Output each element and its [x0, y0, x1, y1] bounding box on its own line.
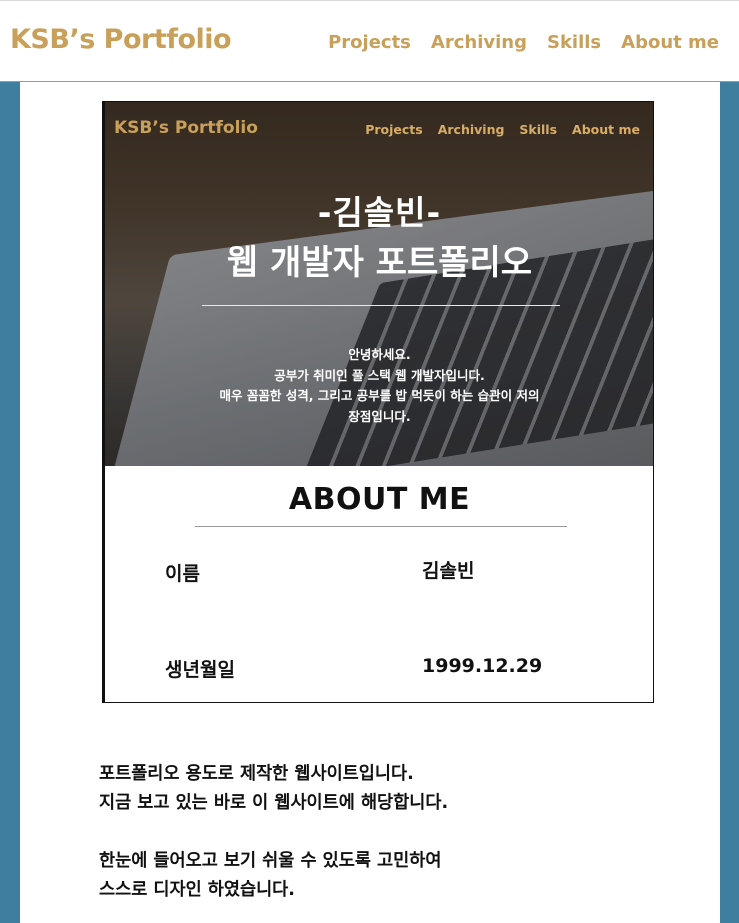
intro-line: 매우 꼼꼼한 성격, 그리고 공부를 밥 먹듯이 하는 습관이 저의: [219, 388, 540, 403]
preview-nav-skills: Skills: [519, 122, 558, 137]
preview-about-divider: [195, 526, 567, 527]
site-logo[interactable]: KSB’s Portfolio: [10, 24, 232, 55]
project-screenshot[interactable]: KSB’s Portfolio Projects Archiving Skill…: [102, 101, 654, 703]
main-nav: Projects Archiving Skills About me: [308, 32, 719, 53]
preview-nav: Projects Archiving Skills About me: [350, 122, 640, 137]
preview-nav-projects: Projects: [365, 122, 423, 137]
description-line: 스스로 디자인 하였습니다.: [99, 880, 295, 900]
preview-nav-archiving: Archiving: [437, 122, 505, 137]
preview-hero-intro: 안녕하세요. 공부가 취미인 풀 스택 웹 개발자입니다. 매우 꼼꼼한 성격,…: [145, 345, 614, 427]
intro-line: 공부가 취미인 풀 스택 웹 개발자입니다.: [274, 367, 485, 383]
project-description: 포트폴리오 용도로 제작한 웹사이트입니다. 지금 보고 있는 바로 이 웹사이…: [99, 760, 699, 905]
description-line: 지금 보고 있는 바로 이 웹사이트에 해당합니다.: [99, 793, 449, 813]
intro-line: 안녕하세요.: [348, 347, 411, 362]
preview-hero-name: -김솔빈-: [317, 193, 442, 232]
about-name-label: 이름: [165, 563, 200, 585]
intro-line: 장점입니다.: [348, 408, 411, 424]
preview-hero-divider: [202, 305, 560, 306]
description-line: 포트폴리오 용도로 제작한 웹사이트입니다.: [99, 764, 414, 784]
nav-archiving[interactable]: Archiving: [431, 32, 527, 53]
project-detail-panel: KSB’s Portfolio Projects Archiving Skill…: [20, 82, 720, 923]
nav-projects[interactable]: Projects: [328, 32, 411, 53]
preview-hero-title: 웹 개발자 포트폴리오: [226, 243, 533, 283]
preview-nav-about-me: About me: [572, 122, 640, 137]
preview-hero: KSB’s Portfolio Projects Archiving Skill…: [105, 102, 653, 466]
description-line: 한눈에 들어오고 보기 쉬울 수 있도록 고민하여: [99, 851, 442, 871]
about-birthdate-value: 1999.12.29: [422, 655, 543, 677]
preview-about-title: ABOUT ME: [288, 482, 471, 517]
nav-skills[interactable]: Skills: [547, 32, 601, 53]
site-header: KSB’s Portfolio Projects Archiving Skill…: [0, 0, 739, 82]
nav-about-me[interactable]: About me: [621, 32, 719, 53]
about-name-value: 김솔빈: [422, 560, 475, 582]
about-birthdate-label: 생년월일: [165, 659, 235, 681]
preview-logo: KSB’s Portfolio: [114, 118, 258, 138]
